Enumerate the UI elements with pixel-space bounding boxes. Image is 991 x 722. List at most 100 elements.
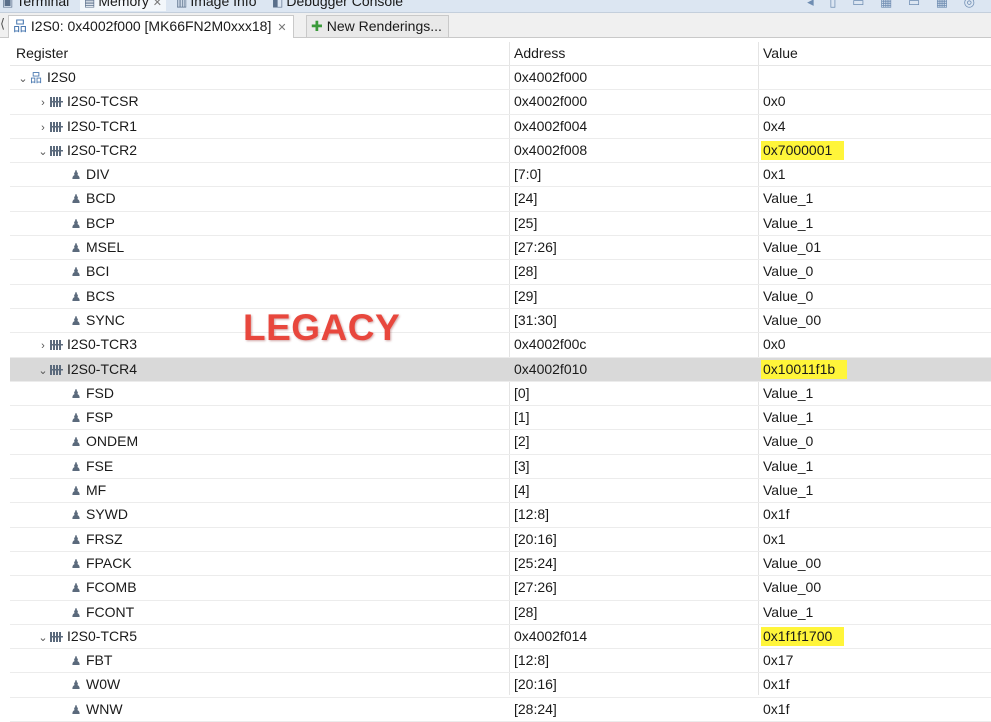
- close-icon[interactable]: ✕: [153, 0, 162, 9]
- table-row[interactable]: ♟ FCONT [28] Value_1: [10, 601, 991, 625]
- table-row[interactable]: ♟ ONDEM [2] Value_0: [10, 430, 991, 455]
- tab-memory[interactable]: ▤ Memory ✕: [80, 0, 167, 11]
- bitfield-icon: ♟: [70, 484, 82, 499]
- table-row[interactable]: ⌄ I2S0-TCR5 0x4002f014 0x1f1f1700: [10, 625, 991, 650]
- value-cell[interactable]: Value_00: [763, 552, 821, 575]
- tab-debugger-console[interactable]: ◧ Debugger Console: [272, 0, 403, 11]
- register-name-cell: ♟ WNW: [16, 698, 123, 722]
- bitfield-icon: ♟: [70, 265, 82, 280]
- value-cell[interactable]: Value_0: [763, 430, 813, 453]
- register-name-cell: ♟ ONDEM: [16, 430, 139, 454]
- table-row[interactable]: ♟ FBT [12:8] 0x17: [10, 649, 991, 674]
- table-row[interactable]: ⌄ I2S0-TCR2 0x4002f008 0x7000001: [10, 139, 991, 164]
- value-cell[interactable]: 0x0: [763, 333, 786, 356]
- table-row[interactable]: › I2S0-TCSR 0x4002f000 0x0: [10, 90, 991, 115]
- value-cell[interactable]: 0x1f: [763, 503, 789, 526]
- view-toolbar-icons[interactable]: ◂ ▯ ▭ ▦ ▭ ▦ ◎: [807, 0, 981, 10]
- bitfield-icon: ♟: [70, 192, 82, 207]
- value-cell[interactable]: 0x0: [763, 90, 786, 113]
- collapse-chevron-icon[interactable]: ⌄: [36, 627, 50, 650]
- value-cell[interactable]: Value_01: [763, 236, 821, 259]
- expand-chevron-icon[interactable]: ›: [36, 117, 50, 140]
- value-cell[interactable]: 0x17: [763, 649, 793, 672]
- value-cell[interactable]: 0x1f: [763, 698, 789, 721]
- register-name-cell: ♟ BCD: [16, 187, 116, 211]
- bitfield-icon: ♟: [70, 241, 82, 256]
- register-name-cell: ⌄ I2S0-TCR4: [16, 358, 137, 383]
- column-header-register[interactable]: Register: [16, 42, 68, 65]
- expand-chevron-icon[interactable]: ›: [36, 92, 50, 115]
- table-row[interactable]: ♟ BCS [29] Value_0: [10, 285, 991, 309]
- value-cell[interactable]: Value_1: [763, 187, 813, 210]
- table-row[interactable]: ♟ SYNC [31:30] Value_00: [10, 309, 991, 334]
- value-cell[interactable]: Value_1: [763, 479, 813, 502]
- table-row[interactable]: ♟ FSE [3] Value_1: [10, 455, 991, 480]
- register-name-cell: ♟ SYNC: [16, 309, 125, 333]
- address-cell: [25]: [514, 214, 538, 231]
- value-cell[interactable]: Value_0: [763, 285, 813, 308]
- value-cell[interactable]: Value_1: [763, 212, 813, 235]
- table-row[interactable]: ♟ FSD [0] Value_1: [10, 382, 991, 407]
- register-name: WNW: [86, 700, 123, 717]
- value-cell[interactable]: 0x1: [763, 163, 786, 186]
- table-row[interactable]: ♟ FRSZ [20:16] 0x1: [10, 528, 991, 552]
- value-cell[interactable]: Value_00: [763, 309, 821, 332]
- table-row[interactable]: ♟ DIV [7:0] 0x1: [10, 163, 991, 188]
- collapse-chevron-icon[interactable]: ⌄: [16, 68, 30, 91]
- table-row[interactable]: ⌄ I2S0-TCR4 0x4002f010 0x10011f1b: [10, 357, 991, 383]
- tab-terminal[interactable]: ▣ Terminal: [2, 0, 69, 11]
- address-cell: [7:0]: [514, 166, 542, 183]
- table-row[interactable]: ♟ BCD [24] Value_1: [10, 187, 991, 212]
- address-cell: [28]: [514, 263, 538, 280]
- expand-chevron-icon[interactable]: ›: [36, 335, 50, 358]
- value-cell[interactable]: Value_1: [763, 406, 813, 429]
- column-header-value[interactable]: Value: [763, 42, 798, 65]
- collapse-chevron-icon[interactable]: ⌄: [36, 360, 50, 383]
- tab-image-info[interactable]: ▥ Image Info: [176, 0, 257, 11]
- value-cell[interactable]: 0x4: [763, 115, 786, 138]
- table-row[interactable]: ♟ MF [4] Value_1: [10, 479, 991, 504]
- table-row[interactable]: › I2S0-TCR3 0x4002f00c 0x0: [10, 333, 991, 358]
- table-row[interactable]: ♟ WNW [28:24] 0x1f: [10, 698, 991, 722]
- value-text: Value_1: [763, 457, 814, 474]
- value-cell[interactable]: 0x1: [763, 528, 786, 551]
- tab-i2s0-rendering[interactable]: 品 I2S0: 0x4002f000 [MK66FN2M0xxx18] ✕: [8, 15, 294, 38]
- value-cell[interactable]: 0x7000001: [761, 139, 845, 162]
- table-row[interactable]: ♟ MSEL [27:26] Value_01: [10, 236, 991, 261]
- table-row[interactable]: ♟ FCOMB [27:26] Value_00: [10, 576, 991, 601]
- value-cell[interactable]: Value_1: [763, 455, 813, 478]
- value-cell[interactable]: 0x1f1f1700: [761, 625, 845, 648]
- column-header-address[interactable]: Address: [514, 42, 565, 65]
- address-cell: [1]: [514, 409, 530, 426]
- value-cell[interactable]: Value_1: [763, 601, 813, 624]
- collapse-chevron-icon[interactable]: ⌄: [36, 141, 50, 164]
- table-row[interactable]: ♟ SYWD [12:8] 0x1f: [10, 503, 991, 528]
- table-row[interactable]: ⌄ 品 I2S0 0x4002f000: [10, 66, 991, 91]
- bitfield-icon: ♟: [70, 459, 82, 474]
- value-cell[interactable]: 0x10011f1b: [761, 358, 848, 381]
- bitfield-icon: ♟: [70, 678, 82, 693]
- address-cell: [27:26]: [514, 579, 557, 596]
- register-name: BCS: [86, 287, 115, 304]
- panel-edge-icon: ⟨: [0, 16, 6, 31]
- register-name-cell: ♟ BCI: [16, 260, 110, 284]
- value-text: Value_0: [763, 287, 814, 304]
- table-row[interactable]: ♟ BCI [28] Value_0: [10, 260, 991, 285]
- value-cell[interactable]: Value_00: [763, 576, 821, 599]
- table-row[interactable]: ♟ BCP [25] Value_1: [10, 212, 991, 237]
- debugger-console-icon: ◧: [272, 0, 284, 9]
- register-name: SYWD: [86, 506, 128, 523]
- register-name: FPACK: [86, 554, 132, 571]
- value-cell[interactable]: 0x1f: [763, 673, 789, 696]
- value-text: 0x4: [763, 117, 786, 134]
- value-cell[interactable]: Value_1: [763, 382, 813, 405]
- new-renderings-button[interactable]: ✚ New Renderings...: [306, 15, 449, 37]
- table-row[interactable]: › I2S0-TCR1 0x4002f004 0x4: [10, 115, 991, 139]
- register-name-cell: ♟ FSD: [16, 382, 114, 406]
- table-row[interactable]: ♟ FPACK [25:24] Value_00: [10, 552, 991, 577]
- close-icon[interactable]: ✕: [277, 22, 286, 34]
- table-row[interactable]: ♟ W0W [20:16] 0x1f: [10, 673, 991, 698]
- table-row[interactable]: ♟ FSP [1] Value_1: [10, 406, 991, 431]
- value-cell[interactable]: Value_0: [763, 260, 813, 283]
- address-cell: 0x4002f014: [514, 627, 588, 644]
